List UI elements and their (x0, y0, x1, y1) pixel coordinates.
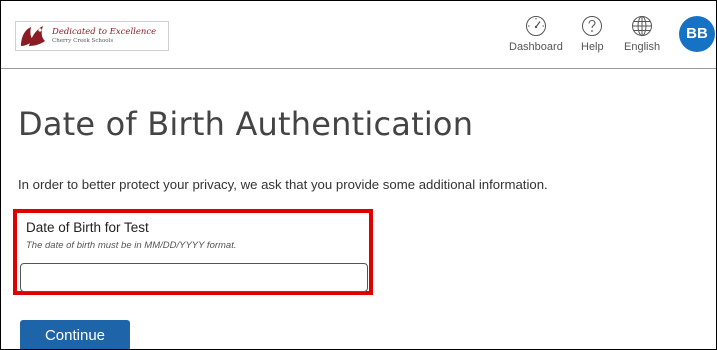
nav-dashboard[interactable]: Dashboard (509, 15, 563, 53)
globe-icon (632, 16, 653, 36)
nav-language[interactable]: English (624, 15, 660, 53)
dob-field-label: Date of Birth for Test (26, 220, 149, 235)
dashboard-gauge-icon (525, 16, 546, 36)
top-header: Dedicated to Excellence Cherry Creek Sch… (1, 1, 716, 69)
intro-text: In order to better protect your privacy,… (18, 177, 548, 192)
logo-tagline: Dedicated to Excellence (52, 27, 157, 37)
help-question-icon (582, 16, 603, 36)
user-avatar[interactable]: BB (679, 16, 715, 52)
page-frame: Dedicated to Excellence Cherry Creek Sch… (0, 0, 717, 350)
continue-button[interactable]: Continue (20, 320, 130, 349)
logo-mark-icon (21, 26, 45, 46)
logo-organization: Cherry Creek Schools (52, 38, 114, 44)
dob-format-hint: The date of birth must be in MM/DD/YYYY … (26, 240, 237, 251)
nav-help[interactable]: Help (581, 15, 604, 53)
nav-language-label: English (624, 41, 661, 53)
nav-dashboard-label: Dashboard (509, 41, 563, 53)
date-of-birth-input[interactable] (20, 263, 368, 292)
nav-help-label: Help (581, 41, 604, 53)
page-title: Date of Birth Authentication (18, 105, 474, 143)
district-logo[interactable]: Dedicated to Excellence Cherry Creek Sch… (15, 21, 169, 51)
